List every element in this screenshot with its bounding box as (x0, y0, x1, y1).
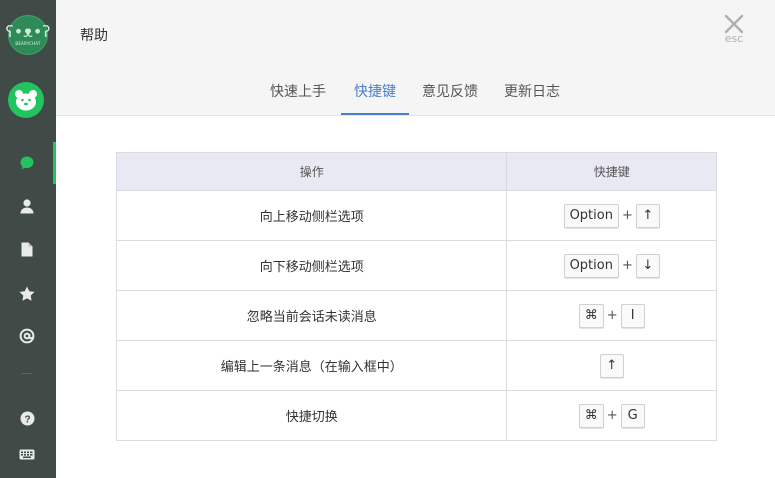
action-cell: 向下移动侧栏选项 (115, 240, 508, 291)
avatar[interactable] (8, 82, 44, 118)
user-icon[interactable] (16, 195, 38, 217)
action-cell: 忽略当前会话未读消息 (115, 290, 508, 341)
close-button[interactable]: esc (719, 14, 749, 54)
close-icon (724, 14, 744, 34)
bear-logo-icon: ʕ•ᴥ•ʔ (5, 22, 51, 41)
key-cap: I (620, 303, 645, 328)
plus-sign: + (606, 408, 618, 423)
sidebar: ʕ•ᴥ•ʔ BEARYCHAT ? (0, 0, 56, 478)
divider (22, 373, 32, 374)
table-row: 编辑上一条消息（在输入框中） ↑ (115, 340, 717, 391)
plus-sign: + (606, 308, 618, 323)
key-cap: Option (563, 203, 619, 228)
chat-icon[interactable] (16, 152, 38, 174)
table-row: 快捷切换 ⌘ + G (115, 390, 717, 441)
page-title: 帮助 (80, 28, 108, 44)
shortcuts-table: 操作 快捷键 向上移动侧栏选项 Option + ↑ 向下移动侧栏选项 Option… (115, 152, 717, 441)
plus-sign: + (621, 258, 633, 273)
shortcut-cell: ⌘ + I (506, 290, 717, 341)
plus-sign: + (621, 208, 633, 223)
action-cell: 编辑上一条消息（在输入框中） (115, 340, 508, 391)
key-cap: ↓ (635, 253, 660, 278)
help-icon[interactable]: ? (16, 407, 38, 429)
key-cap: G (620, 403, 645, 428)
key-cap: ↑ (635, 203, 660, 228)
tab-shortcuts[interactable]: 快捷键 (341, 76, 409, 115)
help-panel: 帮助 esc 快速上手 快捷键 意见反馈 更新日志 操作 快捷键 向上移动侧栏选… (56, 0, 775, 478)
key-cap: ⌘ (578, 303, 604, 328)
app-logo: ʕ•ᴥ•ʔ BEARYCHAT (5, 15, 51, 55)
file-icon[interactable] (16, 238, 38, 260)
table-row: 忽略当前会话未读消息 ⌘ + I (115, 290, 717, 341)
table-header-row: 操作 快捷键 (115, 152, 717, 191)
shortcut-cell: Option + ↓ (506, 240, 717, 291)
table-row: 向上移动侧栏选项 Option + ↑ (115, 190, 717, 241)
shortcut-cell: Option + ↑ (506, 190, 717, 241)
esc-hint: esc (724, 32, 744, 45)
column-header-action: 操作 (115, 152, 508, 191)
key-cap: ⌘ (578, 403, 604, 428)
keyboard-icon[interactable] (16, 443, 38, 465)
tab-bar: 快速上手 快捷键 意见反馈 更新日志 (56, 76, 775, 115)
action-cell: 向上移动侧栏选项 (115, 190, 508, 241)
table-row: 向下移动侧栏选项 Option + ↓ (115, 240, 717, 291)
help-header: 帮助 esc 快速上手 快捷键 意见反馈 更新日志 (56, 0, 775, 116)
bear-avatar-icon (15, 90, 37, 111)
svg-text:?: ? (24, 414, 30, 425)
shortcut-cell: ⌘ + G (506, 390, 717, 441)
star-icon[interactable] (16, 282, 38, 304)
shortcut-cell: ↑ (506, 340, 717, 391)
key-cap: ↑ (599, 353, 624, 378)
column-header-shortcut: 快捷键 (506, 152, 717, 191)
key-cap: Option (563, 253, 619, 278)
action-cell: 快捷切换 (115, 390, 508, 441)
tab-feedback[interactable]: 意见反馈 (418, 76, 482, 113)
tab-changelog[interactable]: 更新日志 (500, 76, 564, 113)
logo-text: BEARYCHAT (15, 41, 41, 46)
tab-quick-start[interactable]: 快速上手 (266, 76, 330, 113)
at-icon[interactable] (16, 325, 38, 347)
